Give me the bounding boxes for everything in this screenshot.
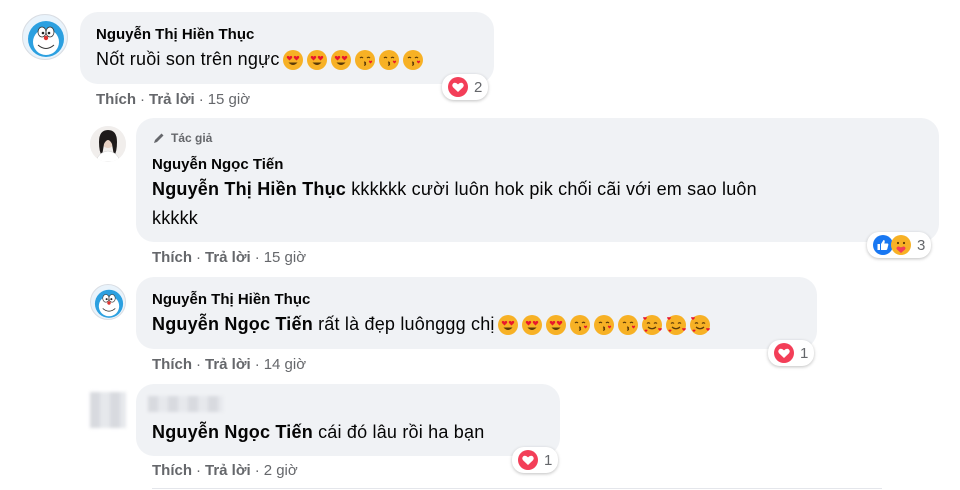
comment-actions: Thích · Trả lời · 15 giờ — [152, 249, 307, 266]
reaction-summary[interactable]: 1 — [512, 447, 559, 473]
timestamp[interactable]: 14 giờ — [264, 356, 306, 373]
mention-link[interactable]: Nguyễn Ngọc Tiến — [152, 422, 313, 442]
care-icon — [891, 235, 911, 255]
comment-bubble-3: Nguyễn Thị Hiền Thục Nguyễn Ngọc Tiến rấ… — [136, 277, 817, 349]
timestamp[interactable]: 15 giờ — [208, 91, 250, 108]
heart-eyes-icon — [282, 50, 303, 71]
love-icon — [448, 77, 468, 97]
comment-text: Nốt ruồi son trên ngực — [96, 49, 424, 71]
reaction-icons — [445, 76, 469, 98]
divider — [152, 488, 882, 489]
love-icon — [774, 343, 794, 363]
timestamp[interactable]: 15 giờ — [264, 249, 306, 266]
heart-eyes-icon — [521, 315, 542, 336]
comment-text-body: rất là đẹp luônggg chị — [318, 314, 495, 334]
comment-text-body: cái đó lâu rồi ha bạn — [318, 422, 485, 442]
like-link[interactable]: Thích — [152, 356, 192, 373]
author-badge: Tác giả — [152, 131, 212, 145]
reaction-icons — [771, 342, 795, 364]
smiling-hearts-icon — [665, 315, 686, 336]
smiling-hearts-icon — [641, 315, 662, 336]
reaction-summary[interactable]: 1 — [768, 340, 815, 366]
reaction-count: 1 — [544, 451, 553, 469]
reaction-count: 3 — [917, 236, 926, 254]
emoji-row — [495, 314, 711, 336]
comment-text-body: Nốt ruồi son trên ngực — [96, 49, 280, 69]
reply-link[interactable]: Trả lời — [205, 462, 251, 479]
comment-text: Nguyễn Ngọc Tiến rất là đẹp luônggg chị — [152, 314, 711, 336]
kissing-icon — [617, 315, 638, 336]
reaction-count: 1 — [800, 344, 809, 362]
mention-link[interactable]: Nguyễn Thị Hiền Thục — [152, 179, 346, 199]
comment-bubble-2: Tác giả Nguyễn Ngọc Tiến Nguyễn Thị Hiền… — [136, 118, 939, 242]
doraemon-icon — [94, 289, 124, 318]
comment-author[interactable]: Nguyễn Ngọc Tiến — [152, 156, 283, 173]
comment-actions: Thích · Trả lời · 2 giờ — [152, 462, 298, 479]
comment-text-line2: kkkkk — [152, 208, 198, 228]
avatar-hien-thuc[interactable] — [90, 284, 126, 320]
comment-text-body: kkkkkk cười luôn hok pik chối cãi với em… — [351, 179, 757, 199]
heart-eyes-icon — [306, 50, 327, 71]
reaction-count: 2 — [474, 78, 483, 96]
comment-author[interactable]: Nguyễn Thị Hiền Thục — [96, 26, 254, 43]
timestamp[interactable]: 2 giờ — [264, 462, 298, 479]
kissing-icon — [378, 50, 399, 71]
avatar-ngoc-tien[interactable] — [90, 126, 126, 162]
love-icon — [518, 450, 538, 470]
profile-photo-icon — [90, 126, 126, 162]
kissing-icon — [402, 50, 423, 71]
reaction-icons — [515, 449, 539, 471]
comment-bubble-4: Nguyễn Ngọc Tiến cái đó lâu rồi ha bạn — [136, 384, 560, 456]
reaction-summary[interactable]: 3 — [867, 232, 932, 258]
comment-text: Nguyễn Thị Hiền Thục kkkkkk cười luôn ho… — [152, 179, 757, 200]
comment-actions: Thích · Trả lời · 15 giờ — [96, 91, 251, 108]
emoji-row — [280, 49, 424, 71]
mention-link[interactable]: Nguyễn Ngọc Tiến — [152, 314, 313, 334]
reply-link[interactable]: Trả lời — [205, 356, 251, 373]
comment-text: Nguyễn Ngọc Tiến cái đó lâu rồi ha bạn — [152, 422, 484, 443]
heart-eyes-icon — [497, 315, 518, 336]
kissing-icon — [569, 315, 590, 336]
reply-link[interactable]: Trả lời — [149, 91, 195, 108]
reaction-summary[interactable]: 2 — [442, 74, 489, 100]
comment-bubble-1: Nguyễn Thị Hiền Thục Nốt ruồi son trên n… — [80, 12, 494, 84]
kissing-icon — [593, 315, 614, 336]
reaction-icons — [870, 234, 912, 256]
kissing-icon — [354, 50, 375, 71]
like-link[interactable]: Thích — [152, 249, 192, 266]
heart-eyes-icon — [545, 315, 566, 336]
heart-eyes-icon — [330, 50, 351, 71]
avatar-hien-thuc[interactable] — [22, 14, 68, 60]
like-link[interactable]: Thích — [152, 462, 192, 479]
comment-author-blurred[interactable] — [148, 396, 223, 412]
like-link[interactable]: Thích — [96, 91, 136, 108]
smiling-hearts-icon — [689, 315, 710, 336]
avatar-blurred[interactable] — [90, 392, 126, 428]
doraemon-icon — [28, 21, 64, 57]
comment-author[interactable]: Nguyễn Thị Hiền Thục — [152, 291, 310, 308]
author-badge-label: Tác giả — [171, 131, 213, 145]
reply-link[interactable]: Trả lời — [205, 249, 251, 266]
comment-actions: Thích · Trả lời · 14 giờ — [152, 356, 307, 373]
pencil-icon — [154, 133, 164, 143]
